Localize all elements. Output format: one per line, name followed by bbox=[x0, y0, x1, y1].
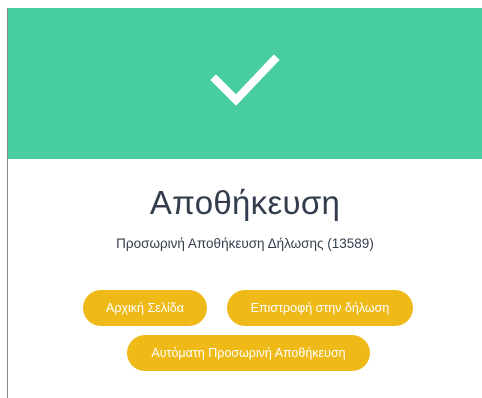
checkmark-icon bbox=[210, 54, 280, 106]
dialog-title: Αποθήκευση bbox=[149, 184, 341, 221]
home-page-button[interactable]: Αρχική Σελίδα bbox=[83, 290, 207, 326]
dialog-header bbox=[8, 8, 482, 159]
dialog-subtitle: Προσωρινή Αποθήκευση Δήλωσης (13589) bbox=[116, 236, 374, 251]
save-confirmation-dialog: Αποθήκευση Προσωρινή Αποθήκευση Δήλωσης … bbox=[7, 8, 482, 398]
auto-temporary-save-button[interactable]: Αυτόματη Προσωρινή Αποθήκευση bbox=[127, 335, 370, 371]
top-border bbox=[7, 0, 482, 8]
return-to-declaration-button[interactable]: Επιστροφή στην δήλωση bbox=[227, 290, 413, 326]
